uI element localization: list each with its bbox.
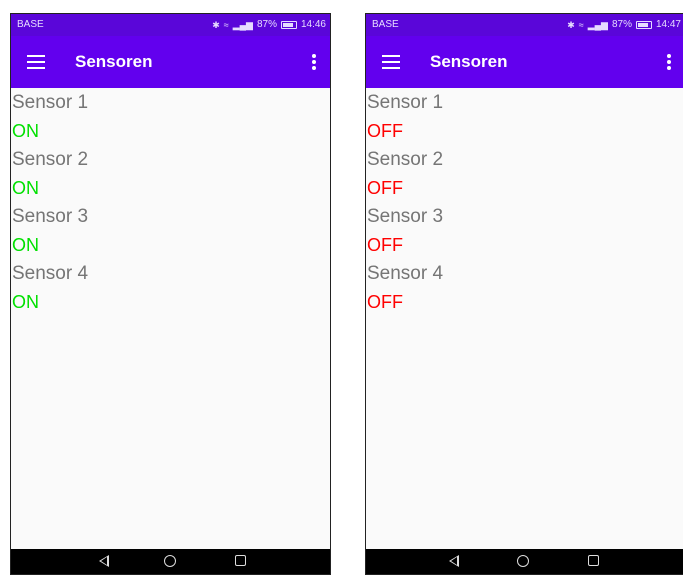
sensor-label: Sensor 1 <box>12 92 89 113</box>
carrier-label: BASE <box>372 19 399 30</box>
recents-icon[interactable] <box>235 555 246 566</box>
bluetooth-icon: ✱ <box>212 20 220 30</box>
sensor-item: Sensor 2 ON <box>11 145 330 202</box>
clock: 14:47 <box>655 19 681 30</box>
sensor-state: ON <box>12 235 39 255</box>
sensor-state: ON <box>12 292 39 312</box>
battery-icon <box>280 21 297 29</box>
overflow-menu-icon[interactable] <box>667 54 671 70</box>
sensor-state: ON <box>12 121 39 141</box>
bluetooth-icon: ✱ <box>567 20 575 30</box>
sensor-label: Sensor 2 <box>367 149 444 170</box>
wifi-icon: ≈ <box>223 20 229 30</box>
sensor-label: Sensor 3 <box>367 206 444 227</box>
toolbar-title: Sensoren <box>430 52 508 71</box>
sensor-label: Sensor 1 <box>367 92 444 113</box>
sensor-item: Sensor 1 OFF <box>366 88 683 145</box>
menu-icon[interactable] <box>27 55 45 69</box>
sensor-label: Sensor 3 <box>12 206 89 227</box>
status-bar: BASE ✱ ≈ ▂▄▆ 87% 14:46 <box>11 14 330 36</box>
home-icon[interactable] <box>517 555 529 567</box>
status-icons: ✱ ≈ ▂▄▆ 87% 14:47 <box>567 14 681 36</box>
sensor-item: Sensor 4 OFF <box>366 259 683 316</box>
navigation-bar <box>11 549 330 574</box>
sensor-list: Sensor 1 OFF Sensor 2 OFF Sensor 3 OFF S… <box>366 88 683 316</box>
sensor-state: OFF <box>367 292 403 312</box>
phone-screen-right: BASE ✱ ≈ ▂▄▆ 87% 14:47 Sensoren Sensor 1… <box>365 13 683 575</box>
sensor-state: ON <box>12 178 39 198</box>
back-icon[interactable] <box>449 555 459 567</box>
status-bar: BASE ✱ ≈ ▂▄▆ 87% 14:47 <box>366 14 683 36</box>
home-icon[interactable] <box>164 555 176 567</box>
carrier-label: BASE <box>17 19 44 30</box>
sensor-list: Sensor 1 ON Sensor 2 ON Sensor 3 ON Sens… <box>11 88 330 316</box>
overflow-menu-icon[interactable] <box>312 54 316 70</box>
sensor-label: Sensor 4 <box>367 263 444 284</box>
status-icons: ✱ ≈ ▂▄▆ 87% 14:46 <box>212 14 326 36</box>
clock: 14:46 <box>300 19 326 30</box>
phone-screen-left: BASE ✱ ≈ ▂▄▆ 87% 14:46 Sensoren Sensor 1… <box>10 13 331 575</box>
app-toolbar: Sensoren <box>11 36 330 88</box>
battery-icon <box>635 21 652 29</box>
sensor-item: Sensor 2 OFF <box>366 145 683 202</box>
sensor-item: Sensor 4 ON <box>11 259 330 316</box>
toolbar-title: Sensoren <box>75 52 153 71</box>
sensor-item: Sensor 3 ON <box>11 202 330 259</box>
signal-icon: ▂▄▆ <box>587 20 608 30</box>
recents-icon[interactable] <box>588 555 599 566</box>
sensor-label: Sensor 4 <box>12 263 89 284</box>
battery-percent: 87% <box>256 19 277 30</box>
navigation-bar <box>366 549 683 574</box>
sensor-item: Sensor 3 OFF <box>366 202 683 259</box>
sensor-item: Sensor 1 ON <box>11 88 330 145</box>
menu-icon[interactable] <box>382 55 400 69</box>
wifi-icon: ≈ <box>578 20 584 30</box>
sensor-label: Sensor 2 <box>12 149 89 170</box>
signal-icon: ▂▄▆ <box>232 20 253 30</box>
app-toolbar: Sensoren <box>366 36 683 88</box>
back-icon[interactable] <box>99 555 109 567</box>
battery-percent: 87% <box>611 19 632 30</box>
sensor-state: OFF <box>367 178 403 198</box>
sensor-state: OFF <box>367 121 403 141</box>
sensor-state: OFF <box>367 235 403 255</box>
